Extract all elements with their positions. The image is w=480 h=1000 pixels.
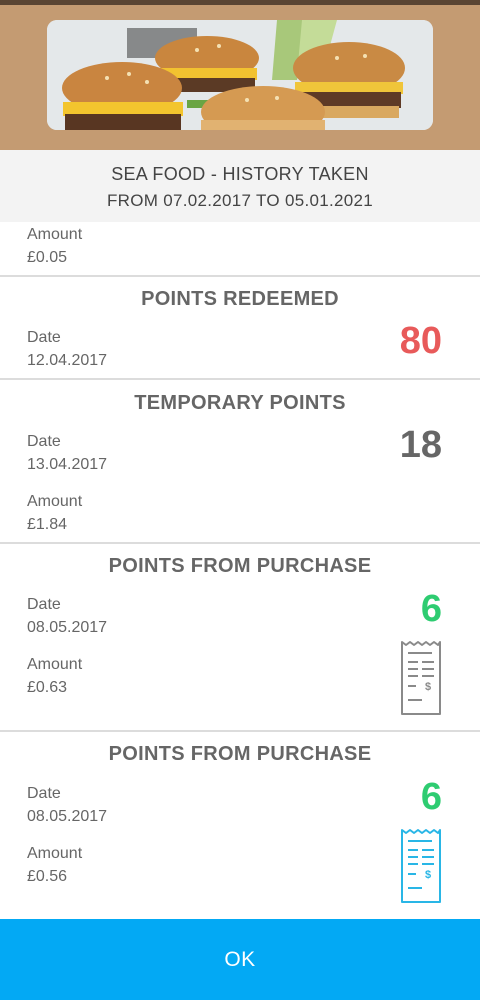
date-value: 13.04.2017	[27, 456, 108, 473]
history-title: SEA FOOD - HISTORY TAKEN	[111, 164, 369, 184]
amount-value: £0.05	[27, 249, 68, 266]
amount-label: Amount	[27, 493, 83, 510]
entry-title: TEMPORARY POINTS	[134, 392, 346, 414]
date-value: 12.04.2017	[27, 352, 108, 369]
date-label: Date	[27, 329, 61, 346]
points-value: 6	[420, 776, 442, 818]
points-value: 6	[420, 588, 442, 630]
amount-value: £1.84	[27, 516, 68, 533]
history-header: SEA FOOD - HISTORY TAKEN FROM 07.02.2017…	[0, 150, 480, 222]
divider	[0, 542, 480, 544]
entry-title: POINTS FROM PURCHASE	[108, 743, 372, 765]
ok-button[interactable]: OK	[0, 919, 480, 1000]
status-strip	[0, 0, 480, 5]
date-label: Date	[27, 785, 61, 802]
receipt-icon[interactable]: $	[400, 640, 442, 716]
amount-label: Amount	[27, 226, 83, 243]
svg-text:$: $	[425, 681, 431, 693]
entry-title: POINTS FROM PURCHASE	[108, 555, 372, 577]
header-banner	[0, 0, 480, 150]
amount-label: Amount	[27, 656, 83, 673]
divider	[0, 378, 480, 380]
date-value: 08.05.2017	[27, 619, 108, 636]
date-label: Date	[27, 433, 61, 450]
date-value: 08.05.2017	[27, 808, 108, 825]
entry-title: POINTS REDEEMED	[141, 288, 339, 310]
points-value: 18	[399, 424, 442, 466]
date-label: Date	[27, 596, 61, 613]
history-date-range: FROM 07.02.2017 TO 05.01.2021	[106, 191, 374, 210]
burger-photo	[47, 20, 433, 130]
points-value: 80	[399, 320, 442, 362]
amount-value: £0.63	[27, 679, 68, 696]
amount-label: Amount	[27, 845, 83, 862]
divider	[0, 730, 480, 732]
receipt-icon[interactable]: $	[400, 828, 442, 904]
svg-text:$: $	[425, 869, 431, 881]
divider	[0, 275, 480, 277]
amount-value: £0.56	[27, 868, 68, 885]
